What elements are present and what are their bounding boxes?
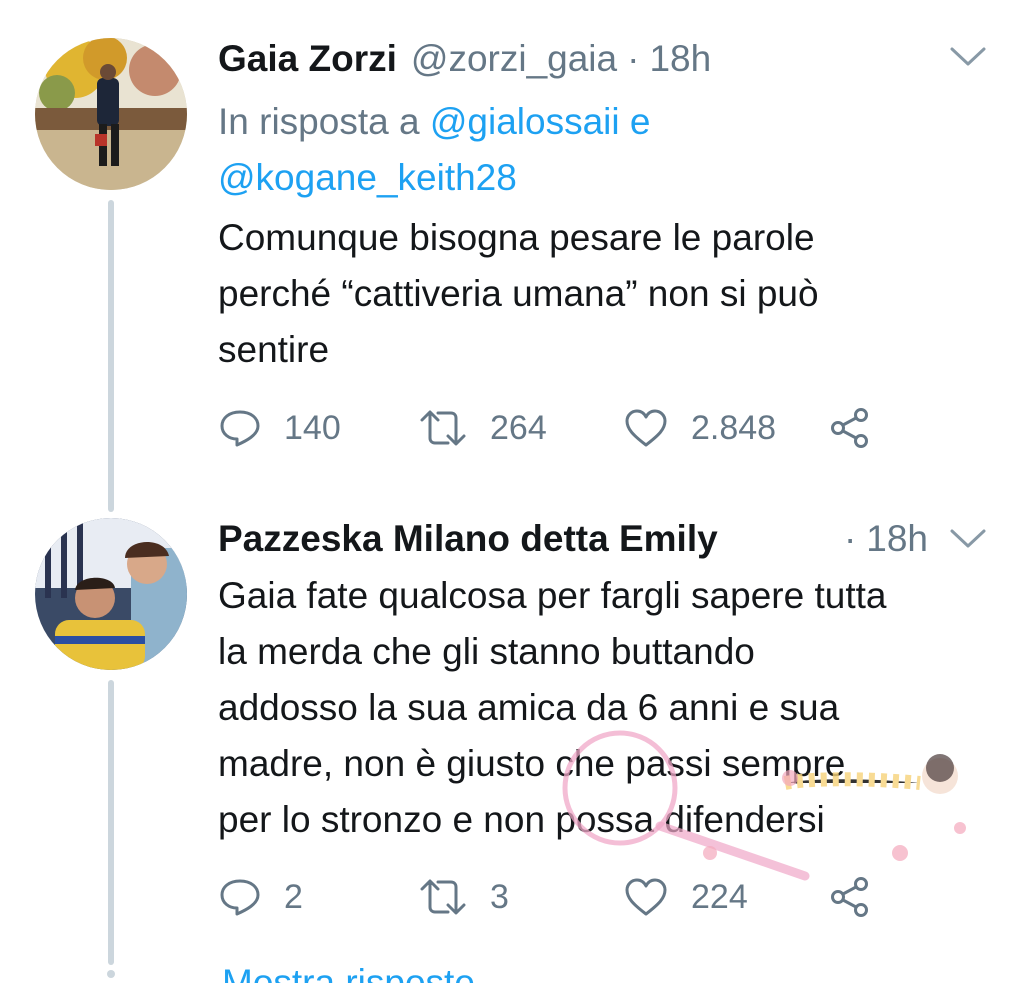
tweet-text-line: Comunque bisogna pesare le parole	[218, 217, 815, 258]
retweet-button[interactable]: 264	[418, 408, 623, 448]
tweet-header: Gaia Zorzi @zorzi_gaia · 18h	[218, 38, 711, 80]
reply-count: 140	[284, 408, 341, 447]
tweet-text-line: Gaia fate qualcosa per fargli sapere tut…	[218, 575, 887, 616]
separator: ·	[627, 38, 640, 79]
retweet-count: 264	[490, 408, 547, 447]
share-icon	[831, 408, 868, 448]
separator: ·	[843, 518, 857, 559]
like-button[interactable]: 224	[623, 877, 828, 917]
tweet-text-line: sentire	[218, 329, 330, 370]
like-count: 2.848	[691, 408, 777, 447]
tweet-text-line: la merda che gli stanno buttando	[218, 631, 755, 672]
share-button[interactable]	[828, 875, 872, 919]
like-count: 224	[691, 877, 748, 916]
retweet-icon	[420, 879, 466, 915]
like-icon	[625, 409, 667, 447]
reply-conjunction: e	[629, 101, 651, 142]
reply-icon	[220, 410, 260, 447]
mention-link[interactable]: @kogane_keith28	[218, 157, 517, 198]
author-name[interactable]: Pazzeska Milano detta Emily	[218, 518, 718, 560]
timestamp[interactable]: 18h	[649, 38, 711, 80]
thread-connector-dot	[107, 970, 115, 978]
retweet-icon	[420, 410, 466, 446]
author-handle[interactable]: @zorzi_gaia	[411, 38, 617, 80]
author-name[interactable]: Gaia Zorzi	[218, 38, 397, 80]
reply-prefix: In risposta a	[218, 101, 420, 142]
retweet-count: 3	[490, 877, 509, 916]
chevron-down-icon[interactable]	[948, 44, 988, 70]
timestamp[interactable]: 18h	[866, 518, 928, 560]
like-button[interactable]: 2.848	[623, 408, 828, 448]
mention-link[interactable]: @gialossaii	[430, 101, 620, 142]
avatar[interactable]	[35, 518, 187, 670]
chevron-down-icon[interactable]	[948, 526, 988, 552]
thread-connector	[108, 200, 114, 512]
tweet-actions: 140 264 2.848	[218, 406, 872, 450]
tweet-header: Pazzeska Milano detta Emily · 18h	[218, 518, 928, 560]
reply-button[interactable]: 140	[218, 408, 418, 448]
tweet-text-line: addosso la sua amica da 6 anni e sua	[218, 687, 840, 728]
tweet-text: Gaia fate qualcosa per fargli sapere tut…	[218, 568, 1008, 848]
reply-context: In risposta a @gialossaii e @kogane_keit…	[218, 94, 918, 206]
tweet-text-line: perché “cattiveria umana” non si può	[218, 273, 819, 314]
reply-icon	[220, 879, 260, 916]
share-button[interactable]	[828, 406, 872, 450]
like-icon	[625, 878, 667, 916]
thread-connector	[108, 680, 114, 965]
retweet-button[interactable]: 3	[418, 877, 623, 917]
reply-count: 2	[284, 877, 303, 916]
reply-button[interactable]: 2	[218, 877, 418, 917]
tweet-text-line: per lo stronzo e non possa difendersi	[218, 799, 825, 840]
tweet-text: Comunque bisogna pesare le parole perché…	[218, 210, 958, 378]
share-icon	[831, 877, 868, 917]
avatar[interactable]	[35, 38, 187, 190]
tweet-text-line: madre, non è giusto che passi sempre	[218, 743, 846, 784]
tweet-actions: 2 3 224	[218, 875, 872, 919]
show-replies-link[interactable]: Mostra risposte	[222, 962, 475, 983]
